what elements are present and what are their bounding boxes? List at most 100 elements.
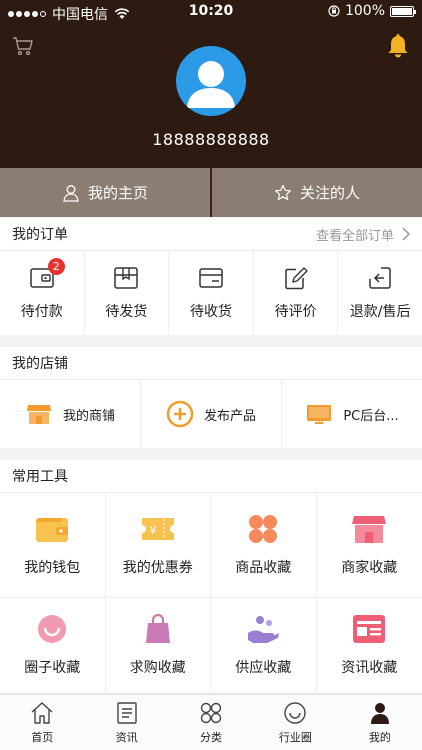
user-placeholder-icon: [187, 61, 235, 108]
tool-label: 圈子收藏: [24, 660, 81, 676]
my-home-label: 我的主页: [87, 184, 148, 202]
store-label: 我的商铺: [62, 408, 115, 424]
tools-grid: 我的钱包 ¥ 我的优惠券 商品收藏 商家收藏 圈子收藏 求购收藏 供应收藏 资讯: [0, 493, 422, 693]
tool-label: 资讯收藏: [341, 660, 398, 676]
store-icon: [352, 516, 387, 543]
tools-header: 常用工具: [0, 460, 422, 493]
tool-purchase-favorites[interactable]: 求购收藏: [105, 598, 211, 693]
order-label: 待付款: [20, 304, 63, 320]
bell-icon[interactable]: [386, 33, 410, 59]
tab-label: 行业圈: [278, 730, 312, 744]
following-label: 关注的人: [299, 184, 360, 202]
carrier-info: 中国电信: [8, 4, 130, 24]
category-icon: [200, 702, 222, 723]
wallet-icon: [36, 518, 69, 542]
pending-payment-badge: 2: [47, 258, 65, 275]
tool-label: 我的钱包: [24, 560, 81, 576]
pc-backend-button[interactable]: PC后台...: [282, 380, 422, 448]
tool-coupon[interactable]: ¥ 我的优惠券: [105, 493, 211, 598]
tab-bar: 首页 资讯 分类 行业圈 我的: [0, 694, 422, 750]
return-icon: [369, 267, 391, 289]
order-label: 待发货: [105, 304, 148, 320]
tool-label: 我的优惠券: [122, 560, 193, 576]
package-icon: [114, 267, 139, 289]
clover-icon: [249, 515, 278, 543]
card-icon: [199, 268, 223, 288]
store-label: PC后台...: [343, 408, 399, 424]
status-bar: 中国电信 10:20 100%: [0, 0, 422, 24]
profile-page: 中国电信 10:20 100% 18888888888 我的主页 关注的人 我的…: [0, 0, 422, 750]
orders-row: 2 待付款 待发货 待收货 待评价 退款/售后: [0, 251, 422, 335]
store-label: 发布产品: [203, 408, 256, 424]
cart-icon[interactable]: [12, 36, 34, 56]
tool-label: 商品收藏: [235, 560, 292, 576]
tool-product-favorites[interactable]: 商品收藏: [211, 493, 317, 598]
order-pending-payment[interactable]: 2 待付款: [0, 251, 85, 335]
profile-header: 中国电信 10:20 100% 18888888888: [0, 0, 422, 168]
signal-icon: [8, 11, 46, 17]
bag-icon: [145, 613, 170, 643]
coupon-icon: ¥: [141, 518, 174, 540]
battery-icon: [390, 5, 416, 17]
avatar[interactable]: [176, 46, 246, 116]
tab-label: 资讯: [115, 730, 138, 744]
circle-icon: [284, 701, 307, 724]
shop-icon: [26, 405, 51, 424]
order-refund[interactable]: 退款/售后: [338, 251, 422, 335]
carrier-name: 中国电信: [52, 7, 108, 23]
chevron-right-icon: [402, 227, 410, 241]
tool-circle-favorites[interactable]: 圈子收藏: [0, 598, 106, 693]
monitor-icon: [307, 405, 332, 424]
orders-title: 我的订单: [12, 227, 68, 243]
wifi-icon: [114, 8, 130, 19]
battery-percent: 100%: [344, 3, 385, 19]
tool-label: 供应收藏: [235, 660, 292, 676]
tab-circle[interactable]: 行业圈: [253, 695, 337, 750]
order-pending-review[interactable]: 待评价: [254, 251, 339, 335]
svg-text:¥: ¥: [149, 524, 156, 537]
tool-supply-favorites[interactable]: 供应收藏: [211, 598, 317, 693]
view-all-orders-label: 查看全部订单: [315, 228, 394, 244]
user-icon: [370, 702, 389, 724]
store-header: 我的店铺: [0, 347, 422, 380]
hand-icon: [248, 616, 280, 643]
tool-wallet[interactable]: 我的钱包: [0, 493, 106, 598]
tool-news-favorites[interactable]: 资讯收藏: [316, 598, 422, 693]
order-pending-receipt[interactable]: 待收货: [169, 251, 254, 335]
tab-label: 首页: [31, 730, 54, 744]
tool-label: 求购收藏: [129, 660, 186, 676]
smile-icon: [38, 615, 67, 643]
tab-mine[interactable]: 我的: [338, 695, 422, 750]
store-row: 我的商铺 发布产品 PC后台...: [0, 380, 422, 448]
order-pending-shipment[interactable]: 待发货: [85, 251, 170, 335]
view-all-orders-link[interactable]: 查看全部订单: [316, 225, 410, 244]
tool-merchant-favorites[interactable]: 商家收藏: [316, 493, 422, 598]
my-home-button[interactable]: 我的主页: [0, 168, 210, 217]
tab-label: 我的: [368, 730, 391, 744]
person-icon: [63, 184, 79, 202]
home-icon: [31, 701, 53, 724]
lock-rotation-icon: [328, 5, 340, 17]
store-title: 我的店铺: [12, 356, 68, 372]
following-button[interactable]: 关注的人: [210, 168, 422, 217]
orders-header: 我的订单 查看全部订单: [0, 218, 422, 251]
order-label: 待评价: [274, 304, 317, 320]
edit-icon: [284, 267, 308, 290]
my-shop-button[interactable]: 我的商铺: [0, 380, 141, 448]
tool-label: 商家收藏: [341, 560, 398, 576]
profile-actions: 我的主页 关注的人: [0, 168, 422, 217]
tab-label: 分类: [200, 730, 223, 744]
tools-title: 常用工具: [12, 469, 68, 485]
battery-info: 100%: [328, 3, 416, 19]
plus-circle-icon: [166, 400, 194, 428]
tab-news[interactable]: 资讯: [84, 695, 168, 750]
user-phone: 18888888888: [152, 130, 270, 149]
tab-home[interactable]: 首页: [0, 695, 84, 750]
status-time: 10:20: [188, 3, 234, 19]
news-icon: [116, 701, 137, 724]
order-label: 待收货: [189, 304, 232, 320]
tab-category[interactable]: 分类: [169, 695, 253, 750]
publish-product-button[interactable]: 发布产品: [141, 380, 282, 448]
star-icon: [274, 184, 291, 200]
order-label: 退款/售后: [349, 304, 411, 320]
